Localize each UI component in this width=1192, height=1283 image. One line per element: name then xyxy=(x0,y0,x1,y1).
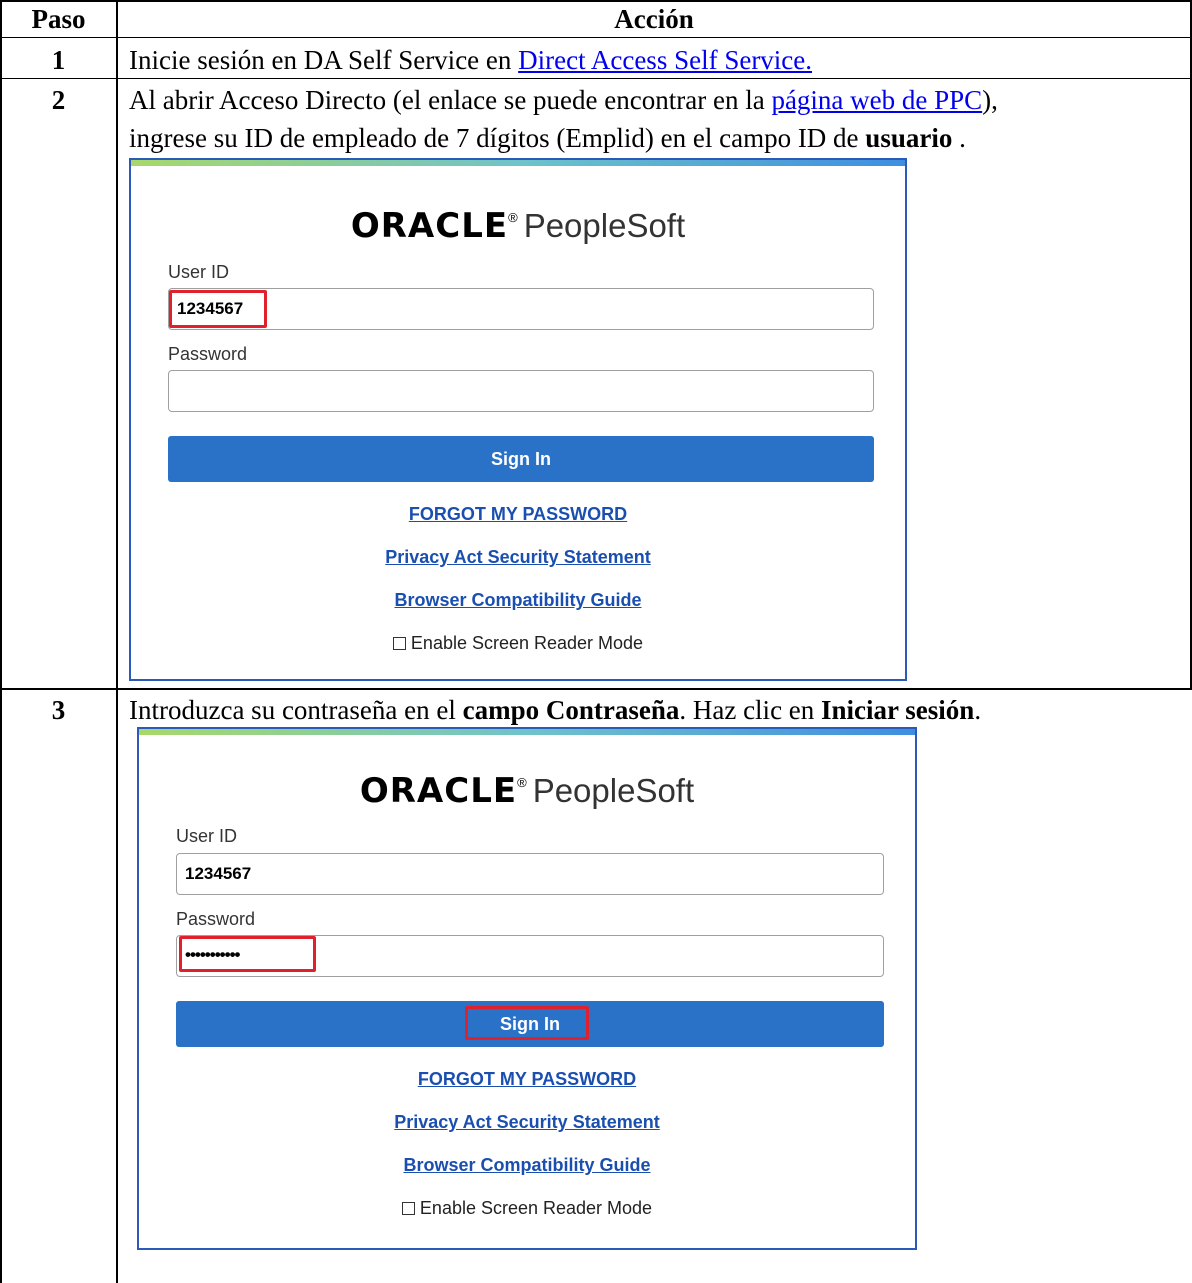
table-rule xyxy=(0,78,1192,79)
user-id-field[interactable]: 1234567 xyxy=(168,288,874,330)
forgot-password-link[interactable]: FORGOT MY PASSWORD xyxy=(139,1069,915,1090)
screen-reader-option[interactable]: Enable Screen Reader Mode xyxy=(131,633,905,654)
password-label: Password xyxy=(176,909,256,929)
screen-reader-label: Enable Screen Reader Mode xyxy=(410,633,644,653)
step-2-emphasis: usuario xyxy=(865,123,953,153)
step-3-text: Introduzca su contraseña en el campo Con… xyxy=(129,694,981,726)
user-id-field[interactable]: 1234567 xyxy=(176,853,884,895)
screen-reader-option[interactable]: Enable Screen Reader Mode xyxy=(139,1198,915,1219)
step-1-instruction: Inicie sesión en DA Self Service en xyxy=(129,45,519,75)
browser-guide-link[interactable]: Browser Compatibility Guide xyxy=(139,1155,915,1176)
privacy-statement-text[interactable]: Privacy Act Security Statement xyxy=(394,1112,659,1132)
table-rule xyxy=(0,37,1192,38)
table-border-top xyxy=(0,0,1192,2)
browser-guide-link[interactable]: Browser Compatibility Guide xyxy=(131,590,905,611)
password-field[interactable] xyxy=(168,370,874,412)
ppc-webpage-link[interactable]: página web de PPC xyxy=(771,85,982,115)
registered-mark: ® xyxy=(508,210,518,225)
checkbox-icon[interactable] xyxy=(401,1202,415,1215)
header-paso: Paso xyxy=(31,4,86,34)
step-number: 1 xyxy=(51,45,66,75)
table-rule xyxy=(0,688,1192,690)
oracle-peoplesoft-logo: ORACLE® PeopleSoft xyxy=(131,206,905,246)
step-1-text: Inicie sesión en DA Self Service en Dire… xyxy=(129,44,812,76)
forgot-password-text[interactable]: FORGOT MY PASSWORD xyxy=(409,504,627,524)
header-accion: Acción xyxy=(614,4,694,34)
step-3-instruction: Introduzca su contraseña en el xyxy=(129,695,463,725)
privacy-statement-link[interactable]: Privacy Act Security Statement xyxy=(131,547,905,568)
sign-in-button[interactable]: Sign In xyxy=(168,436,874,482)
table-column-divider xyxy=(116,0,118,1283)
step-3-punctuation: . xyxy=(974,695,982,725)
peoplesoft-wordmark: PeopleSoft xyxy=(523,207,686,244)
oracle-wordmark: ORACLE xyxy=(359,771,518,811)
registered-mark: ® xyxy=(517,775,527,790)
highlight-password xyxy=(179,936,316,972)
highlight-user-id xyxy=(169,290,267,328)
forgot-password-text[interactable]: FORGOT MY PASSWORD xyxy=(418,1069,636,1089)
step-2-line-1: Al abrir Acceso Directo (el enlace se pu… xyxy=(129,84,998,116)
step-3-emphasis: campo Contraseña xyxy=(462,695,680,725)
checkbox-icon[interactable] xyxy=(392,637,406,650)
table-border-left xyxy=(0,0,2,1283)
user-id-label: User ID xyxy=(168,262,230,282)
login-screenshot-step-2: ORACLE® PeopleSoft User ID 1234567 Passwo… xyxy=(129,158,907,681)
step-number: 2 xyxy=(51,85,66,115)
browser-guide-text[interactable]: Browser Compatibility Guide xyxy=(403,1155,650,1175)
step-2-instruction: ingrese su ID de empleado de 7 dígitos (… xyxy=(129,123,866,153)
privacy-statement-link[interactable]: Privacy Act Security Statement xyxy=(139,1112,915,1133)
user-id-label: User ID xyxy=(176,826,238,846)
screen-reader-label: Enable Screen Reader Mode xyxy=(419,1198,653,1218)
browser-guide-text[interactable]: Browser Compatibility Guide xyxy=(394,590,641,610)
privacy-statement-text[interactable]: Privacy Act Security Statement xyxy=(385,547,650,567)
step-3-instruction: . Haz clic en xyxy=(679,695,822,725)
password-label: Password xyxy=(168,344,248,364)
gradient-bar xyxy=(139,729,915,735)
step-2-line-2: ingrese su ID de empleado de 7 dígitos (… xyxy=(129,122,966,154)
step-2-punctuation: . xyxy=(952,123,966,153)
user-id-value: 1234567 xyxy=(185,864,252,883)
step-2-punctuation: ), xyxy=(982,85,998,115)
oracle-wordmark: ORACLE xyxy=(350,206,509,246)
highlight-sign-in xyxy=(465,1006,589,1040)
step-number: 3 xyxy=(51,695,66,725)
forgot-password-link[interactable]: FORGOT MY PASSWORD xyxy=(131,504,905,525)
direct-access-link[interactable]: Direct Access Self Service. xyxy=(518,45,812,75)
peoplesoft-wordmark: PeopleSoft xyxy=(532,772,695,809)
step-2-instruction: Al abrir Acceso Directo (el enlace se pu… xyxy=(129,85,772,115)
login-screenshot-step-3: ORACLE® PeopleSoft User ID 1234567 Passwo… xyxy=(137,727,917,1250)
oracle-peoplesoft-logo: ORACLE® PeopleSoft xyxy=(139,771,915,811)
gradient-bar xyxy=(131,160,905,166)
step-3-emphasis: Iniciar sesión xyxy=(821,695,975,725)
